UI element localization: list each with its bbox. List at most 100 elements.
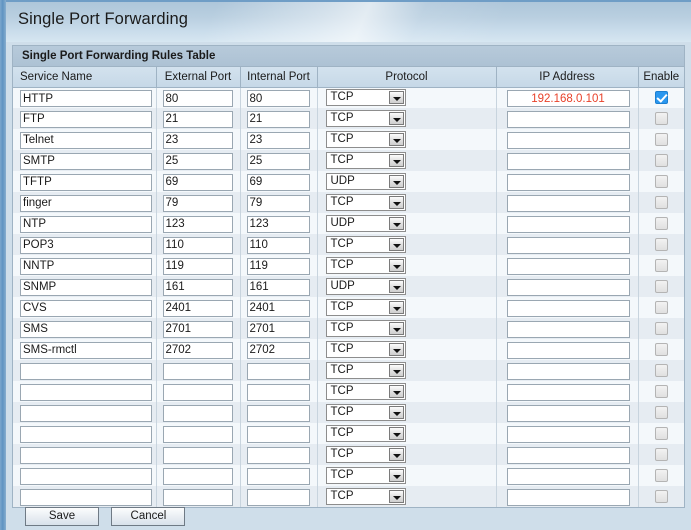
chevron-down-icon[interactable] — [388, 280, 404, 293]
enable-checkbox[interactable] — [654, 174, 668, 188]
service-name-input[interactable] — [20, 257, 152, 275]
chevron-down-icon[interactable] — [388, 343, 404, 356]
protocol-select[interactable]: TCP — [325, 89, 406, 107]
enable-checkbox[interactable] — [654, 279, 668, 293]
external-port-input[interactable] — [162, 236, 233, 254]
protocol-select[interactable]: TCP — [325, 383, 406, 400]
protocol-select[interactable]: TCP — [325, 404, 406, 421]
external-port-input[interactable] — [162, 299, 233, 317]
save-button[interactable]: Save — [25, 507, 99, 526]
internal-port-input[interactable] — [246, 131, 310, 149]
protocol-select[interactable]: TCP — [325, 425, 406, 442]
ip-address-input[interactable] — [506, 425, 630, 443]
ip-address-input[interactable] — [506, 194, 630, 212]
enable-checkbox[interactable] — [654, 489, 668, 503]
chevron-down-icon[interactable] — [388, 112, 404, 125]
external-port-input[interactable] — [162, 320, 233, 338]
ip-address-input[interactable] — [506, 320, 630, 338]
ip-address-input[interactable] — [506, 173, 630, 191]
service-name-input[interactable] — [20, 131, 152, 149]
chevron-down-icon[interactable] — [388, 154, 404, 167]
enable-checkbox[interactable] — [654, 447, 668, 461]
enable-checkbox[interactable] — [654, 258, 668, 272]
service-name-input[interactable] — [20, 236, 152, 254]
ip-address-input[interactable] — [506, 152, 630, 170]
protocol-select[interactable]: UDP — [325, 278, 406, 295]
ip-address-input[interactable] — [506, 257, 630, 275]
internal-port-input[interactable] — [246, 278, 310, 296]
external-port-input[interactable] — [162, 362, 233, 380]
protocol-select[interactable]: TCP — [325, 152, 406, 169]
enable-checkbox[interactable] — [654, 321, 668, 335]
external-port-input[interactable] — [162, 341, 233, 359]
enable-checkbox[interactable] — [654, 405, 668, 419]
chevron-down-icon[interactable] — [388, 301, 404, 314]
external-port-input[interactable] — [162, 467, 233, 485]
protocol-select[interactable]: TCP — [325, 131, 406, 148]
service-name-input[interactable] — [20, 320, 152, 338]
ip-address-input[interactable] — [506, 131, 630, 149]
service-name-input[interactable] — [20, 299, 152, 317]
internal-port-input[interactable] — [246, 257, 310, 275]
protocol-select[interactable]: TCP — [325, 341, 406, 358]
enable-checkbox[interactable] — [654, 363, 668, 377]
protocol-select[interactable]: TCP — [325, 299, 406, 316]
chevron-down-icon[interactable] — [388, 364, 404, 377]
chevron-down-icon[interactable] — [388, 217, 404, 230]
chevron-down-icon[interactable] — [388, 469, 404, 482]
service-name-input[interactable] — [20, 152, 152, 170]
enable-checkbox[interactable] — [654, 426, 668, 440]
ip-address-input[interactable] — [506, 362, 630, 380]
protocol-select[interactable]: UDP — [325, 173, 406, 190]
chevron-down-icon[interactable] — [388, 427, 404, 440]
internal-port-input[interactable] — [246, 215, 310, 233]
chevron-down-icon[interactable] — [388, 448, 404, 461]
external-port-input[interactable] — [162, 110, 233, 128]
service-name-input[interactable] — [20, 278, 152, 296]
chevron-down-icon[interactable] — [388, 238, 404, 251]
service-name-input[interactable] — [20, 215, 152, 233]
enable-checkbox[interactable] — [654, 216, 668, 230]
external-port-input[interactable] — [162, 257, 233, 275]
internal-port-input[interactable] — [246, 425, 310, 443]
external-port-input[interactable] — [162, 194, 233, 212]
internal-port-input[interactable] — [246, 320, 310, 338]
external-port-input[interactable] — [162, 131, 233, 149]
internal-port-input[interactable] — [246, 299, 310, 317]
ip-address-input[interactable] — [506, 467, 630, 485]
internal-port-input[interactable] — [246, 236, 310, 254]
internal-port-input[interactable] — [246, 446, 310, 464]
external-port-input[interactable] — [162, 173, 233, 191]
service-name-input[interactable] — [20, 446, 152, 464]
external-port-input[interactable] — [162, 425, 233, 443]
enable-checkbox[interactable] — [654, 300, 668, 314]
ip-address-input[interactable] — [506, 299, 630, 317]
enable-checkbox[interactable] — [654, 153, 668, 167]
protocol-select[interactable]: TCP — [325, 362, 406, 379]
enable-checkbox[interactable] — [654, 91, 668, 105]
ip-address-input[interactable] — [506, 278, 630, 296]
chevron-down-icon[interactable] — [388, 91, 404, 105]
external-port-input[interactable] — [162, 90, 233, 107]
enable-checkbox[interactable] — [654, 237, 668, 251]
ip-address-input[interactable] — [506, 446, 630, 464]
chevron-down-icon[interactable] — [388, 175, 404, 188]
external-port-input[interactable] — [162, 278, 233, 296]
external-port-input[interactable] — [162, 446, 233, 464]
external-port-input[interactable] — [162, 383, 233, 401]
protocol-select[interactable]: TCP — [325, 446, 406, 463]
external-port-input[interactable] — [162, 152, 233, 170]
protocol-select[interactable]: TCP — [325, 194, 406, 211]
internal-port-input[interactable] — [246, 467, 310, 485]
service-name-input[interactable] — [20, 90, 152, 107]
protocol-select[interactable]: TCP — [325, 236, 406, 253]
ip-address-input[interactable] — [506, 236, 630, 254]
chevron-down-icon[interactable] — [388, 196, 404, 209]
enable-checkbox[interactable] — [654, 384, 668, 398]
service-name-input[interactable] — [20, 194, 152, 212]
service-name-input[interactable] — [20, 467, 152, 485]
external-port-input[interactable] — [162, 215, 233, 233]
enable-checkbox[interactable] — [654, 468, 668, 482]
ip-address-input[interactable] — [506, 90, 630, 107]
service-name-input[interactable] — [20, 404, 152, 422]
